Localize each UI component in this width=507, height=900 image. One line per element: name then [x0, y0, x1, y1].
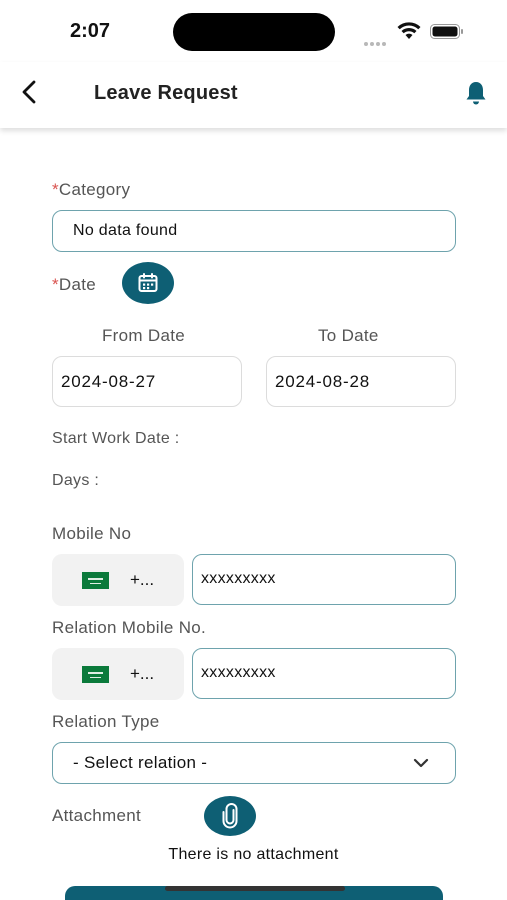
- from-date-label: From Date: [102, 326, 185, 345]
- dynamic-island: [173, 13, 335, 51]
- relation-country-code: +...: [130, 664, 155, 683]
- mobile-country-code-picker[interactable]: +...: [52, 554, 184, 606]
- mobile-no-label: Mobile No: [52, 524, 132, 543]
- back-arrow-icon[interactable]: [16, 78, 44, 106]
- attachment-label: Attachment: [52, 806, 141, 825]
- home-indicator[interactable]: [165, 886, 345, 891]
- category-value: No data found: [73, 222, 178, 239]
- start-work-date-label: Start Work Date :: [52, 430, 180, 447]
- attach-button[interactable]: [204, 796, 256, 836]
- to-date-label: To Date: [318, 326, 379, 345]
- category-select[interactable]: No data found: [52, 210, 456, 252]
- battery-icon: [430, 24, 463, 39]
- calendar-icon: [138, 273, 158, 292]
- chevron-down-icon: [413, 758, 429, 768]
- mobile-country-code: +...: [130, 570, 155, 589]
- mobile-placeholder: xxxxxxxxx: [201, 570, 276, 587]
- required-mark: *: [52, 180, 59, 199]
- saudi-flag-icon: [82, 666, 109, 683]
- relation-country-code-picker[interactable]: +...: [52, 648, 184, 700]
- app-bar: Leave Request: [0, 62, 507, 128]
- days-label: Days :: [52, 472, 100, 489]
- paperclip-icon: [222, 803, 238, 829]
- relation-mobile-placeholder: xxxxxxxxx: [201, 664, 276, 681]
- cellular-signal-icon: [364, 33, 390, 46]
- from-date-field[interactable]: 2024-08-27: [52, 356, 242, 407]
- wifi-icon: [397, 22, 421, 39]
- mobile-input[interactable]: xxxxxxxxx: [192, 554, 456, 605]
- status-time: 2:07: [70, 20, 111, 42]
- from-date-value: 2024-08-27: [61, 372, 156, 391]
- saudi-flag-icon: [82, 572, 109, 589]
- required-mark: *: [52, 275, 59, 294]
- calendar-button[interactable]: [122, 262, 174, 304]
- relation-type-select[interactable]: - Select relation -: [52, 742, 456, 784]
- category-label: *Category: [52, 180, 131, 199]
- relation-mobile-input[interactable]: xxxxxxxxx: [192, 648, 456, 699]
- to-date-value: 2024-08-28: [275, 372, 370, 391]
- status-bar: 2:07: [0, 0, 507, 62]
- relation-type-value: - Select relation -: [73, 753, 208, 772]
- notification-bell-icon[interactable]: [462, 79, 490, 107]
- page-title: Leave Request: [94, 82, 238, 104]
- no-attachment-text: There is no attachment: [168, 846, 339, 863]
- relation-mobile-label: Relation Mobile No.: [52, 618, 207, 637]
- to-date-field[interactable]: 2024-08-28: [266, 356, 456, 407]
- date-label: *Date: [52, 275, 97, 294]
- relation-type-label: Relation Type: [52, 712, 160, 731]
